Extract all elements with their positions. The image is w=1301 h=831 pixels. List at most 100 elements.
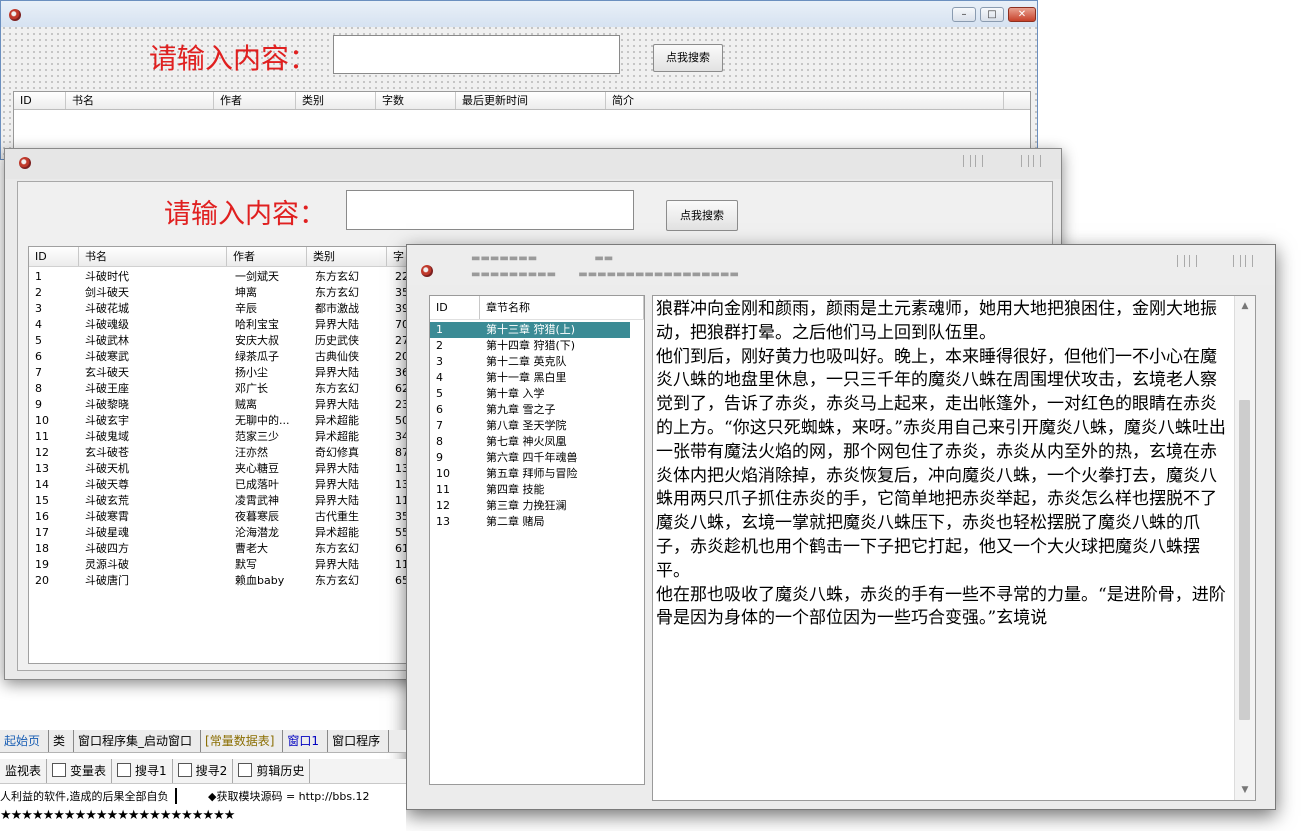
cell-author: 安庆大叔	[235, 334, 279, 347]
col-name[interactable]: 书名	[79, 247, 227, 266]
chapter-name: 第十章 入学	[486, 387, 545, 400]
ide-tool-bar: 监视表 变量表 搜寻1 搜寻2 剪辑历史	[0, 759, 406, 784]
list-item[interactable]: 11 第四章 技能	[430, 482, 644, 498]
search-input[interactable]	[346, 190, 634, 230]
list-item[interactable]: 4 第十一章 黑白里	[430, 370, 644, 386]
cell-name: 剑斗破天	[85, 286, 129, 299]
search-button[interactable]: 点我搜索	[666, 200, 738, 231]
search-button[interactable]: 点我搜索	[653, 44, 723, 72]
tool-search2[interactable]: 搜寻2	[173, 759, 234, 783]
list-item[interactable]: 10 第五章 拜师与冒险	[430, 466, 644, 482]
list-item[interactable]: 8 第七章 神火凤凰	[430, 434, 644, 450]
chapter-name: 第七章 神火凤凰	[486, 435, 567, 448]
tool-search2-label: 搜寻2	[195, 764, 228, 778]
tab-constants[interactable]: [常量数据表]	[201, 730, 284, 752]
chapter-id: 8	[436, 435, 443, 448]
cell-cat: 东方玄幻	[315, 270, 359, 283]
col-intro[interactable]: 简介	[606, 92, 1004, 109]
list-item[interactable]: 2 第十四章 狩猎(下)	[430, 338, 644, 354]
cell-cat: 东方玄幻	[315, 286, 359, 299]
chapter-id: 11	[436, 483, 450, 496]
list-item[interactable]: 13 第二章 赌局	[430, 514, 644, 530]
chapter-name: 第四章 技能	[486, 483, 545, 496]
cell-author: 坤离	[235, 286, 257, 299]
app-icon	[421, 265, 433, 277]
cell-cat: 东方玄幻	[315, 542, 359, 555]
chapter-name: 第九章 雪之子	[486, 403, 556, 416]
col-chapter-name[interactable]: 章节名称	[480, 296, 644, 319]
list-item[interactable]: 9 第六章 四千年魂兽	[430, 450, 644, 466]
chapter-list-header: ID 章节名称	[430, 296, 644, 320]
cell-name: 斗破星魂	[85, 526, 129, 539]
col-words[interactable]: 字数	[376, 92, 456, 109]
book-list-titlebar	[5, 149, 1061, 179]
result-list[interactable]: ID 书名 作者 类别 字数 最后更新时间 简介	[13, 91, 1031, 153]
tool-variables-label: 变量表	[70, 764, 107, 778]
chapter-list[interactable]: ID 章节名称 1 第十三章 狩猎(上) 2 第十四章 狩猎(下) 3 第十二章 英克队 4…	[429, 295, 645, 785]
tab-class[interactable]: 类	[49, 730, 75, 752]
col-name[interactable]: 书名	[66, 92, 214, 109]
tool-clip-history[interactable]: 剪辑历史	[233, 759, 311, 783]
tab-window-program[interactable]: 窗口程序	[328, 730, 390, 752]
cell-author: 夹心糖豆	[235, 462, 279, 475]
list-item[interactable]: 12 第三章 力挽狂澜	[430, 498, 644, 514]
chapter-content[interactable]: 狼群冲向金刚和颜雨，颜雨是土元素魂师，她用大地把狼困住，金刚大地振动，把狼群打晕…	[652, 295, 1256, 801]
chapter-name: 第五章 拜师与冒险	[486, 467, 578, 480]
cell-cat: 异界大陆	[315, 318, 359, 331]
reader-titlebar: ▬▬▬▬▬▬▬ ▬▬ ▬▬▬▬▬▬▬▬▬ ▬▬▬▬▬▬▬▬▬▬▬▬▬▬▬▬▬	[407, 245, 1275, 285]
cell-id: 15	[35, 494, 49, 507]
title-grip	[1189, 255, 1197, 267]
col-id[interactable]: ID	[29, 247, 79, 266]
cell-id: 6	[35, 350, 42, 363]
cell-cat: 异界大陆	[315, 558, 359, 571]
title-grip	[1245, 255, 1253, 267]
col-updated[interactable]: 最后更新时间	[456, 92, 606, 109]
chapter-id: 6	[436, 403, 443, 416]
cell-name: 斗破寒武	[85, 350, 129, 363]
col-category[interactable]: 类别	[307, 247, 387, 266]
col-author[interactable]: 作者	[214, 92, 296, 109]
scroll-up-icon[interactable]: ▲	[1235, 298, 1255, 314]
cell-id: 10	[35, 414, 49, 427]
clipboard-icon	[238, 763, 253, 777]
close-button[interactable]: ✕	[1008, 7, 1036, 22]
cell-author: 沦海潜龙	[235, 526, 279, 539]
tool-watch[interactable]: 监视表	[0, 759, 48, 783]
list-item[interactable]: 1 第十三章 狩猎(上)	[430, 322, 630, 338]
cell-cat: 异界大陆	[315, 462, 359, 475]
search-prompt-label: 请输入内容：	[164, 199, 326, 230]
maximize-button[interactable]: □	[980, 7, 1004, 22]
cell-name: 灵源斗破	[85, 558, 129, 571]
cell-cat: 历史武侠	[315, 334, 359, 347]
cell-name: 玄斗破天	[85, 366, 129, 379]
cell-name: 斗破魂级	[85, 318, 129, 331]
scroll-thumb[interactable]	[1239, 400, 1250, 720]
content-scrollbar[interactable]: ▲ ▼	[1234, 296, 1255, 800]
search-icon	[177, 763, 192, 777]
cell-author: 曹老大	[235, 542, 268, 555]
minimize-button[interactable]: –	[952, 7, 976, 22]
list-item[interactable]: 3 第十二章 英克队	[430, 354, 644, 370]
app-icon	[9, 9, 21, 21]
tab-start-page[interactable]: 起始页	[0, 730, 50, 752]
designer-window: – □ ✕ 请输入内容： 点我搜索 ID 书名 作者 类别 字数 最后更新时间 …	[0, 0, 1038, 160]
chapter-id: 13	[436, 515, 450, 528]
designer-titlebar: – □ ✕	[1, 1, 1037, 27]
col-id[interactable]: ID	[430, 296, 480, 319]
tab-startup-window[interactable]: 窗口程序集_启动窗口	[74, 730, 202, 752]
cell-name: 斗破玄荒	[85, 494, 129, 507]
cell-id: 4	[35, 318, 42, 331]
list-item[interactable]: 5 第十章 入学	[430, 386, 644, 402]
search-input[interactable]	[333, 35, 620, 74]
col-author[interactable]: 作者	[227, 247, 307, 266]
tab-window1[interactable]: 窗口1	[283, 730, 329, 752]
tool-variables[interactable]: 变量表	[47, 759, 113, 783]
list-item[interactable]: 6 第九章 雪之子	[430, 402, 644, 418]
chapter-id: 7	[436, 419, 443, 432]
tool-search1[interactable]: 搜寻1	[112, 759, 173, 783]
scroll-down-icon[interactable]: ▼	[1235, 782, 1255, 798]
list-item[interactable]: 7 第八章 圣天学院	[430, 418, 644, 434]
col-id[interactable]: ID	[14, 92, 66, 109]
col-category[interactable]: 类别	[296, 92, 376, 109]
chapter-id: 4	[436, 371, 443, 384]
